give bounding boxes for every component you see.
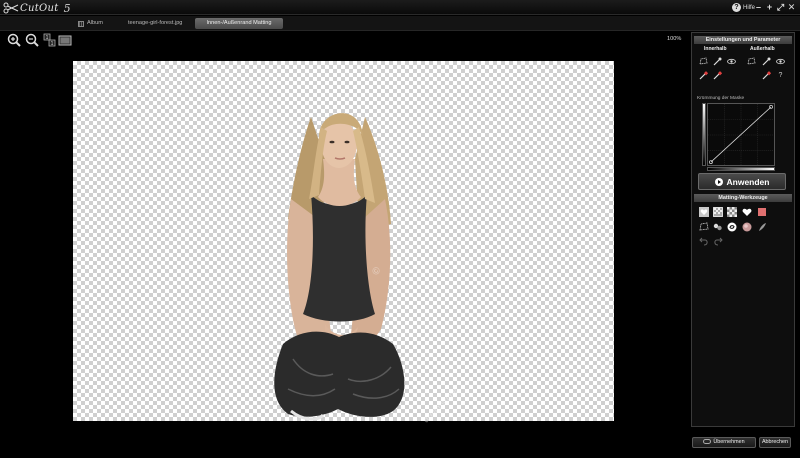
apply-changes-button[interactable]: Übernehmen <box>692 437 756 448</box>
mask-heart-icon[interactable] <box>699 207 709 217</box>
app-logo: CutOut 5 <box>3 1 71 15</box>
title-bar: CutOut 5 ? Hilfe – + ⤢ ✕ <box>0 0 800 15</box>
curve-label: Krümmung der Maske <box>697 96 745 101</box>
logo-version: 5 <box>63 1 71 15</box>
curve-gradient-horizontal <box>707 167 775 171</box>
apply-button[interactable]: Anwenden <box>698 173 786 190</box>
maximize-button[interactable]: ⤢ <box>776 2 785 12</box>
zoom-out-icon[interactable] <box>25 33 39 47</box>
heart-icon[interactable] <box>742 207 752 217</box>
settings-header: Einstellungen und Parameter <box>694 36 792 44</box>
tab-matting[interactable]: Innen-/Außenrand Matting <box>195 18 283 29</box>
toolbar: 1 1 100% <box>0 32 688 48</box>
minimize-button[interactable]: – <box>754 2 763 12</box>
album-icon <box>78 20 84 27</box>
inside-eraser-icon[interactable] <box>713 71 722 80</box>
tab-album[interactable]: Album <box>78 18 103 29</box>
svg-text:1: 1 <box>46 35 49 41</box>
watermark-text: dreamstime <box>421 386 460 425</box>
zoom-level: 100% <box>667 36 682 42</box>
red-fill-icon[interactable] <box>757 207 767 217</box>
restore-button[interactable]: + <box>765 2 774 12</box>
undo-icon[interactable] <box>699 236 709 246</box>
ok-icon <box>703 439 712 445</box>
curve-editor[interactable] <box>707 103 775 166</box>
play-icon <box>714 177 723 186</box>
zoom-in-icon[interactable] <box>7 33 21 47</box>
close-button[interactable]: ✕ <box>787 2 796 12</box>
image-canvas[interactable]: © dreamstime <box>73 61 614 425</box>
apply-label: Anwenden <box>726 176 770 187</box>
outside-lasso-icon[interactable] <box>747 57 756 66</box>
checker-outline-icon[interactable] <box>713 207 723 217</box>
window-controls: – + ⤢ ✕ <box>754 2 796 12</box>
inside-brush-icon[interactable] <box>699 71 708 80</box>
curve-gradient-vertical <box>702 103 706 166</box>
checker-icon[interactable] <box>727 207 737 217</box>
logo-text: CutOut <box>20 2 59 14</box>
tools-header: Matting-Werkzeuge <box>694 194 792 202</box>
outside-label: Außerhalb <box>750 46 775 52</box>
tab-bar: Album teenage-girl-forest.jpg Innen-/Auß… <box>0 16 800 31</box>
actual-size-icon[interactable]: 1 1 <box>43 33 57 47</box>
smooth-icon[interactable] <box>742 222 752 232</box>
lasso-icon[interactable] <box>699 222 709 232</box>
settings-panel: Einstellungen und Parameter Innerhalb Au… <box>691 32 795 427</box>
inside-lasso-icon[interactable] <box>699 57 708 66</box>
redo-icon[interactable] <box>713 236 723 246</box>
inside-view-icon[interactable] <box>727 57 736 66</box>
fit-window-icon[interactable] <box>58 33 72 47</box>
svg-text:1: 1 <box>51 41 54 47</box>
feather-icon[interactable] <box>757 222 767 232</box>
cutout-subject-image <box>274 113 405 421</box>
scissors-icon <box>3 2 19 14</box>
cancel-button[interactable]: Abbrechen <box>759 437 791 448</box>
blob-icon[interactable] <box>713 222 723 232</box>
outside-view-icon[interactable] <box>776 57 785 66</box>
help-button[interactable]: ? Hilfe <box>731 2 755 13</box>
help-icon: ? <box>731 3 741 12</box>
outside-pick-icon[interactable] <box>762 57 771 66</box>
tab-album-label: Album <box>87 20 103 26</box>
canvas-area: © dreamstime <box>0 48 688 458</box>
apply-changes-label: Übernehmen <box>713 439 745 445</box>
help-question-icon[interactable]: ? <box>776 71 785 80</box>
outside-brush-icon[interactable] <box>762 71 771 80</box>
swap-icon[interactable] <box>727 222 737 232</box>
tab-file[interactable]: teenage-girl-forest.jpg <box>128 18 182 29</box>
inside-label: Innerhalb <box>704 46 727 52</box>
inside-pick-icon[interactable] <box>713 57 722 66</box>
